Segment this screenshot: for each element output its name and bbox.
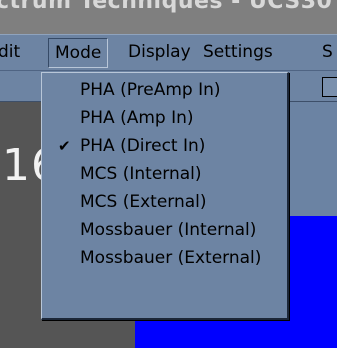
window-title: ctrum Techniques - UCS30 - [0,0,337,14]
mode-item-pha-amp-in[interactable]: PHA (Amp In) [42,105,287,132]
menu-mode[interactable]: Mode [48,38,109,68]
menu-bar: dit Mode Display Settings S [0,34,337,70]
mode-item-label: Mossbauer (External) [80,248,262,268]
mode-item-label: MCS (Internal) [80,164,202,184]
menu-settings[interactable]: Settings [203,42,273,62]
mode-item-pha-preamp-in[interactable]: PHA (PreAmp In) [42,77,287,104]
title-bar: ctrum Techniques - UCS30 - [0,0,337,34]
menu-services[interactable]: S [322,42,333,62]
mode-item-label: Mossbauer (Internal) [80,220,257,240]
menu-display[interactable]: Display [128,42,191,62]
mode-item-label: MCS (External) [80,192,207,212]
toolbar-button[interactable] [322,77,337,97]
mode-item-mcs-internal[interactable]: MCS (Internal) [42,161,287,188]
mode-item-label: PHA (PreAmp In) [80,80,221,100]
mode-item-mossbauer-internal[interactable]: Mossbauer (Internal) [42,217,287,244]
mode-item-mossbauer-external[interactable]: Mossbauer (External) [42,245,287,272]
menu-edit[interactable]: dit [0,42,20,62]
mode-dropdown-menu: PHA (PreAmp In) PHA (Amp In) ✔ PHA (Dire… [41,72,289,320]
mode-item-mcs-external[interactable]: MCS (External) [42,189,287,216]
mode-item-label: PHA (Amp In) [80,108,194,128]
checkmark-icon: ✔ [58,137,71,155]
mode-item-pha-direct-in[interactable]: ✔ PHA (Direct In) [42,133,287,160]
mode-item-label: PHA (Direct In) [80,136,206,156]
